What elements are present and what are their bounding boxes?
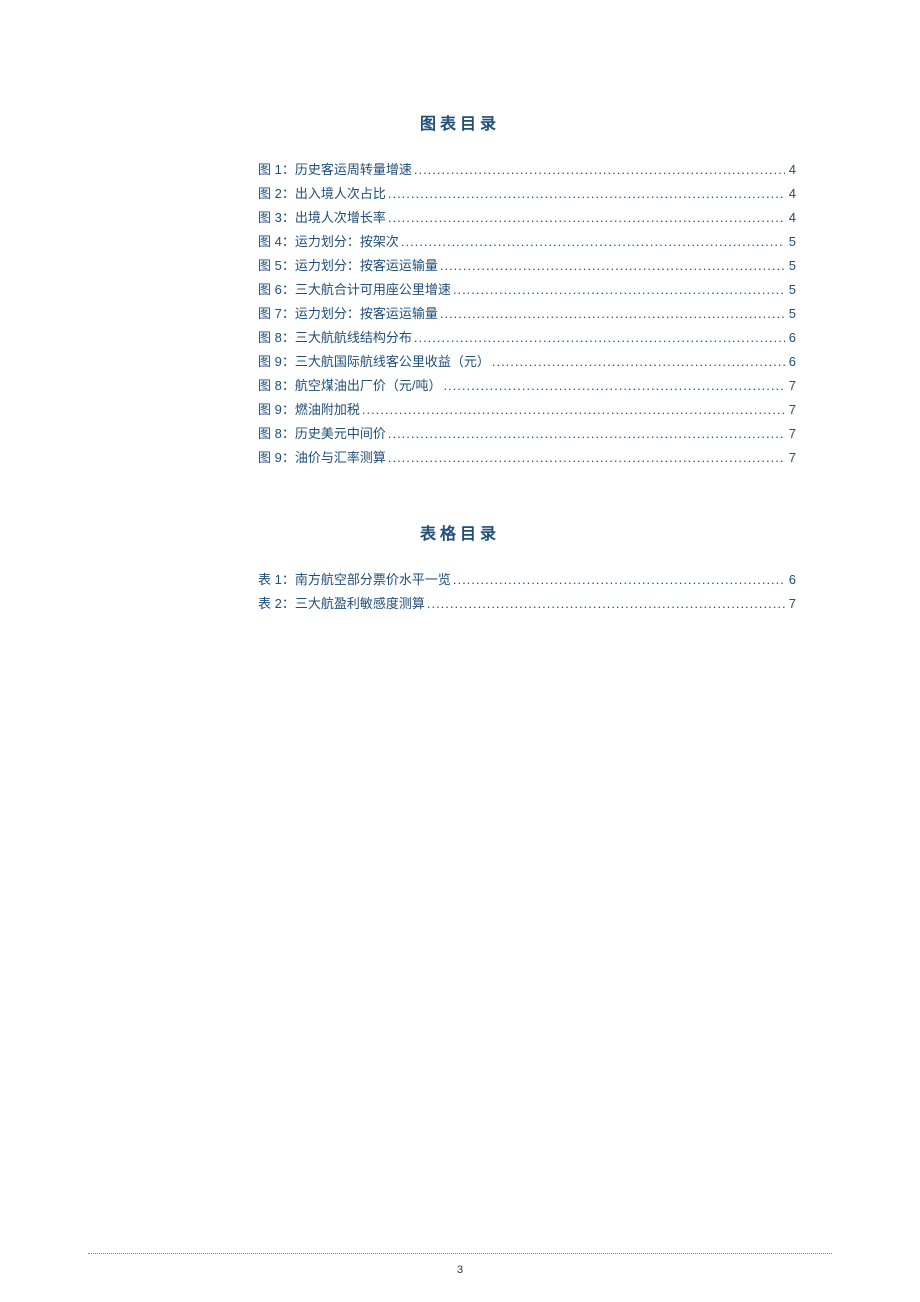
tables-toc-section: 表格目录 表 1：南方航空部分票价水平一览 6 表 2：三大航盈利敏感度测算 7 [258,520,796,616]
toc-leader [401,230,785,254]
toc-entry: 图 6：三大航合计可用座公里增速 5 [258,278,796,302]
toc-entry-page: 5 [787,230,796,254]
toc-entry-label: 图 5：运力划分：按客运运输量 [258,254,438,278]
toc-leader [427,592,785,616]
toc-entry-page: 7 [787,422,796,446]
toc-entry-label: 图 3：出境人次增长率 [258,206,386,230]
page-container: 图表目录 图 1：历史客运周转量增速 4 图 2：出入境人次占比 4 图 3：出… [0,0,920,616]
toc-leader [440,302,785,326]
toc-entry-label: 图 6：三大航合计可用座公里增速 [258,278,451,302]
toc-entry-page: 6 [787,568,796,592]
toc-entry-label: 图 8：历史美元中间价 [258,422,386,446]
toc-entry: 图 9：三大航国际航线客公里收益（元） 6 [258,350,796,374]
toc-entry-label: 图 1：历史客运周转量增速 [258,158,412,182]
toc-entry: 图 8：历史美元中间价 7 [258,422,796,446]
toc-entry-label: 表 1：南方航空部分票价水平一览 [258,568,451,592]
toc-entry: 图 9：燃油附加税 7 [258,398,796,422]
toc-entry: 图 2：出入境人次占比 4 [258,182,796,206]
toc-leader [453,278,785,302]
toc-entry-label: 图 7：运力划分：按客运运输量 [258,302,438,326]
toc-entry: 图 9：油价与汇率测算 7 [258,446,796,470]
toc-entry-label: 图 9：燃油附加税 [258,398,360,422]
toc-leader [492,350,785,374]
toc-leader [388,206,785,230]
toc-entry-page: 5 [787,302,796,326]
figures-toc-section: 图表目录 图 1：历史客运周转量增速 4 图 2：出入境人次占比 4 图 3：出… [258,110,796,470]
toc-leader [388,182,785,206]
toc-entry: 表 2：三大航盈利敏感度测算 7 [258,592,796,616]
toc-entry: 图 1：历史客运周转量增速 4 [258,158,796,182]
toc-leader [453,568,785,592]
page-footer: 3 [88,1253,832,1278]
toc-entry: 图 3：出境人次增长率 4 [258,206,796,230]
toc-entry-label: 图 2：出入境人次占比 [258,182,386,206]
toc-entry: 图 7：运力划分：按客运运输量 5 [258,302,796,326]
toc-entry: 图 5：运力划分：按客运运输量 5 [258,254,796,278]
toc-entry-page: 7 [787,374,796,398]
toc-entry-label: 图 8：三大航航线结构分布 [258,326,412,350]
toc-entry-page: 7 [787,446,796,470]
toc-entry: 表 1：南方航空部分票价水平一览 6 [258,568,796,592]
toc-entry-page: 4 [787,206,796,230]
page-number: 3 [457,1264,463,1276]
toc-entry-label: 图 8：航空煤油出厂价（元/吨） [258,374,441,398]
toc-leader [443,374,784,398]
toc-entry: 图 8：航空煤油出厂价（元/吨） 7 [258,374,796,398]
toc-entry-page: 5 [787,278,796,302]
toc-entry-label: 图 4：运力划分：按架次 [258,230,399,254]
toc-entry: 图 4：运力划分：按架次 5 [258,230,796,254]
toc-leader [388,422,785,446]
toc-entry: 图 8：三大航航线结构分布 6 [258,326,796,350]
toc-leader [362,398,785,422]
toc-leader [414,326,785,350]
toc-entry-page: 6 [787,326,796,350]
toc-entry-page: 4 [787,182,796,206]
figures-toc-title: 图表目录 [124,110,796,134]
toc-entry-label: 图 9：油价与汇率测算 [258,446,386,470]
toc-entry-page: 7 [787,398,796,422]
toc-entry-label: 表 2：三大航盈利敏感度测算 [258,592,425,616]
toc-leader [388,446,785,470]
toc-entry-page: 7 [787,592,796,616]
toc-entry-page: 4 [787,158,796,182]
toc-entry-page: 5 [787,254,796,278]
toc-leader [414,158,785,182]
toc-entry-page: 6 [787,350,796,374]
toc-leader [440,254,785,278]
toc-entry-label: 图 9：三大航国际航线客公里收益（元） [258,350,490,374]
tables-toc-title: 表格目录 [124,520,796,544]
